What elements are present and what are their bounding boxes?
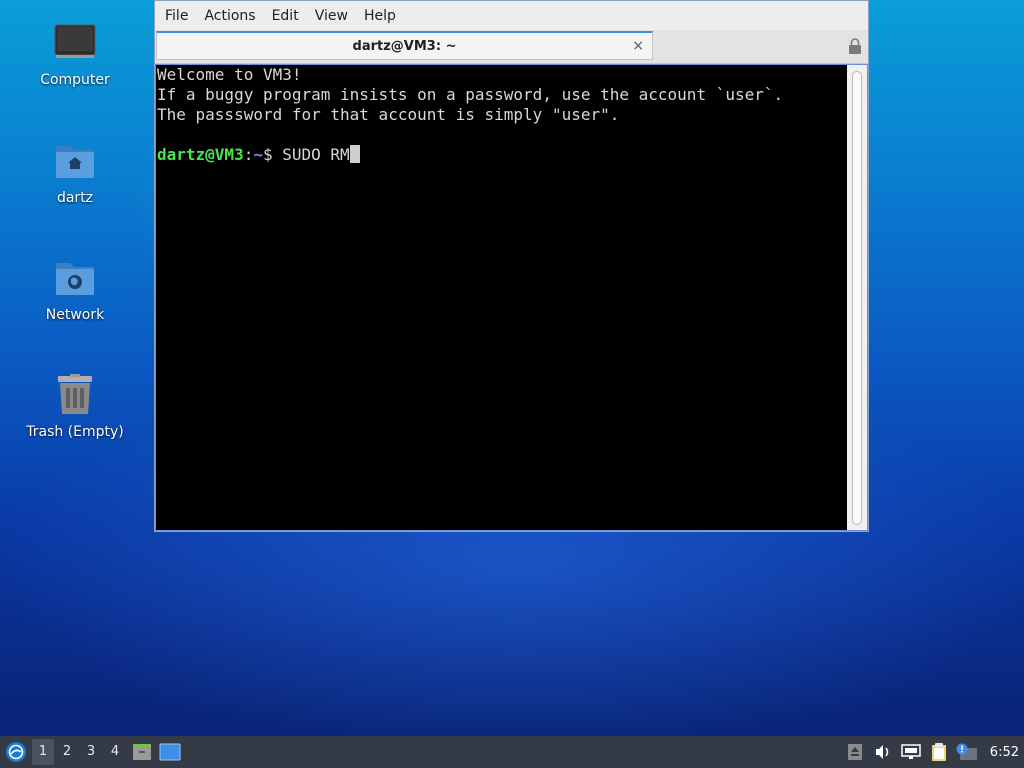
volume-icon[interactable] [872, 741, 894, 763]
tab-terminal[interactable]: dartz@VM3: ~ × [156, 31, 653, 60]
text-cursor [349, 145, 360, 163]
prompt-colon: : [243, 145, 254, 164]
workspace-4[interactable]: 4 [104, 739, 126, 765]
tab-title: dartz@VM3: ~ [352, 39, 457, 54]
desktop-icon-trash[interactable]: Trash (Empty) [20, 374, 130, 440]
menu-help[interactable]: Help [358, 4, 402, 28]
tab-bar: dartz@VM3: ~ × [155, 30, 868, 64]
network-wired-icon[interactable] [900, 741, 922, 763]
desktop-icon-label: Network [45, 307, 105, 323]
prompt-path: ~ [253, 145, 263, 164]
home-folder-icon [53, 140, 97, 184]
desktop-icon [159, 743, 181, 761]
desktop-icon-label: Computer [40, 72, 110, 88]
desktop-icon-label: dartz [56, 190, 94, 206]
workspace-3[interactable]: 3 [80, 739, 102, 765]
menu-actions[interactable]: Actions [198, 4, 261, 28]
clock[interactable]: 6:52 [990, 745, 1019, 760]
terminal-command[interactable]: SUDO RM [282, 145, 349, 164]
terminal-area[interactable]: Welcome to VM3! If a buggy program insis… [155, 64, 868, 531]
lubuntu-logo-icon [6, 742, 26, 762]
terminal-line: Welcome to VM3! [157, 65, 302, 84]
network-folder-icon [53, 257, 97, 301]
terminal-line: The passsword for that account is simply… [157, 105, 620, 124]
menu-edit[interactable]: Edit [266, 4, 305, 28]
scrollbar[interactable] [847, 65, 867, 530]
desktop-icon-network[interactable]: Network [20, 257, 130, 323]
system-tray: 6:52 [844, 736, 1024, 768]
taskbar: 1 2 3 4 6:52 [0, 736, 1024, 768]
start-menu-button[interactable] [2, 738, 30, 766]
terminal-line: If a buggy program insists on a password… [157, 85, 784, 104]
terminal-output: Welcome to VM3! If a buggy program insis… [157, 65, 783, 165]
close-icon[interactable]: × [632, 33, 644, 60]
lock-icon[interactable] [848, 38, 862, 54]
prompt-symbol: $ [262, 145, 283, 164]
workspace-2[interactable]: 2 [56, 739, 78, 765]
update-notifier-icon[interactable] [956, 741, 978, 763]
trash-icon [53, 374, 97, 418]
scrollbar-thumb[interactable] [852, 71, 862, 525]
desktop-show-button[interactable] [158, 739, 182, 765]
prompt-user-host: dartz@VM3 [157, 145, 244, 164]
file-manager-launcher[interactable] [130, 739, 154, 765]
workspace-1[interactable]: 1 [32, 739, 54, 765]
upload-tray-icon[interactable] [844, 741, 866, 763]
menu-view[interactable]: View [309, 4, 354, 28]
desktop-icon-computer[interactable]: Computer [20, 22, 130, 88]
file-manager-icon [133, 744, 151, 760]
desktop-icon-home[interactable]: dartz [20, 140, 130, 206]
menu-file[interactable]: File [159, 4, 194, 28]
clipboard-icon[interactable] [928, 741, 950, 763]
terminal-window[interactable]: File Actions Edit View Help dartz@VM3: ~… [154, 0, 869, 532]
monitor-icon [53, 22, 97, 66]
desktop-icon-label: Trash (Empty) [26, 424, 124, 440]
menu-bar: File Actions Edit View Help [155, 1, 868, 30]
